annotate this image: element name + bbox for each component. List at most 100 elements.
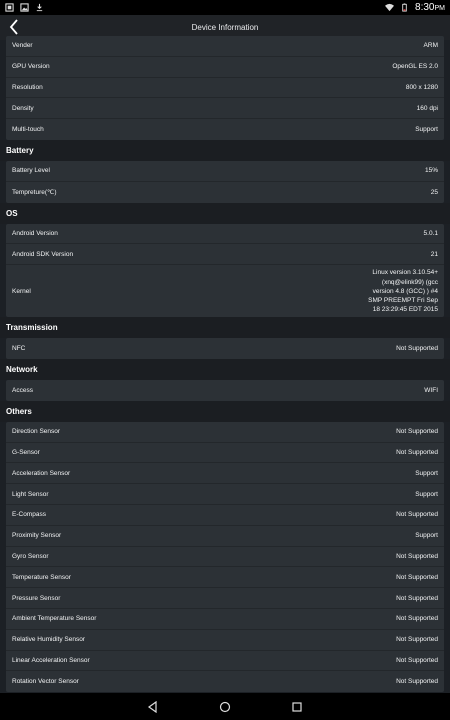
image-icon <box>20 3 29 12</box>
info-value: 5.0.1 <box>423 229 438 237</box>
section-header: Others <box>0 400 450 422</box>
info-label: Multi-touch <box>12 126 44 134</box>
info-label: Temperature Sensor <box>12 573 71 581</box>
info-label: Acceleration Sensor <box>12 469 71 477</box>
info-label: GPU Version <box>12 63 50 71</box>
info-row: Density 160 dpi <box>6 98 444 120</box>
info-row: Acceleration Sensor Support <box>6 463 444 485</box>
info-label: Access <box>12 386 33 394</box>
info-value: Not Supported <box>396 552 438 560</box>
info-value: Not Supported <box>396 511 438 519</box>
info-row: Temperature Sensor Not Supported <box>6 567 444 589</box>
download-icon <box>36 3 43 12</box>
battery-icon <box>402 3 407 12</box>
info-label: Linear Acceleration Sensor <box>12 656 90 664</box>
info-row: Light Sensor Support <box>6 484 444 505</box>
info-label: Resolution <box>12 83 43 91</box>
info-label: Battery Level <box>12 167 50 175</box>
info-label: Gyro Sensor <box>12 552 49 560</box>
wifi-icon <box>385 3 395 12</box>
info-row: Direction Sensor Not Supported <box>6 422 444 443</box>
info-value: ARM <box>423 42 438 50</box>
info-value: Support <box>415 469 438 477</box>
info-row: Pressure Sensor Not Supported <box>6 588 444 609</box>
info-row: Resolution 800 x 1280 <box>6 78 444 99</box>
info-label: Android Version <box>12 229 58 237</box>
info-row: Relative Humidity Sensor Not Supported <box>6 630 444 651</box>
info-card: Vender ARM GPU Version OpenGL ES 2.0 Resolut… <box>6 36 444 140</box>
info-value: OpenGL ES 2.0 <box>392 63 438 71</box>
info-label: Rotation Vector Sensor <box>12 678 79 686</box>
info-row: Kernel Linux version 3.10.54+ (xnq@elink9… <box>6 265 444 317</box>
info-value: Not Supported <box>396 345 438 353</box>
page-title: Device Information <box>191 23 259 32</box>
status-bar: 8:30PM <box>0 0 450 15</box>
info-card: Battery Level 15% Tempreture(℃) 25 <box>6 160 444 203</box>
section-header: Transmission <box>0 317 450 339</box>
info-label: Tempreture(℃) <box>12 189 57 197</box>
info-row: Access WIFI <box>6 380 444 401</box>
info-row: Tempreture(℃) 25 <box>6 182 444 203</box>
notification-icons <box>5 3 44 12</box>
info-label: Kernel <box>12 287 31 295</box>
info-row: Proximity Sensor Support <box>6 526 444 547</box>
nav-home-icon[interactable] <box>219 701 231 713</box>
info-row: Gyro Sensor Not Supported <box>6 547 444 568</box>
info-value: WIFI <box>424 386 438 394</box>
info-value: Not Supported <box>396 615 438 623</box>
info-card: Access WIFI <box>6 379 444 401</box>
info-value: 25 <box>430 188 438 196</box>
info-row: Linear Acceleration Sensor Not Supported <box>6 651 444 672</box>
info-value: Not Supported <box>396 594 438 602</box>
info-row: Multi-touch Support <box>6 119 444 140</box>
info-value: Support <box>415 532 438 540</box>
info-label: Android SDK Version <box>12 250 74 258</box>
info-row: Battery Level 15% <box>6 161 444 182</box>
info-row: Android SDK Version 21 <box>6 244 444 266</box>
info-card: Direction Sensor Not Supported G-Sensor Not… <box>6 421 444 693</box>
info-value: Not Supported <box>396 656 438 664</box>
info-label: NFC <box>12 345 26 353</box>
info-row: E-Compass Not Supported <box>6 505 444 526</box>
info-row: Rotation Vector Sensor Not Supported <box>6 671 444 692</box>
section-header: OS <box>0 202 450 224</box>
section-header: Network <box>0 358 450 380</box>
info-label: Direction Sensor <box>12 428 61 436</box>
info-label: Light Sensor <box>12 490 49 498</box>
info-row: GPU Version OpenGL ES 2.0 <box>6 57 444 78</box>
info-value: 800 x 1280 <box>405 83 438 91</box>
notification-icon <box>5 3 14 12</box>
info-label: E-Compass <box>12 511 46 519</box>
info-value: 15% <box>424 167 438 175</box>
info-label: Relative Humidity Sensor <box>12 636 85 644</box>
nav-back-icon[interactable] <box>147 700 159 713</box>
info-label: Density <box>12 104 34 112</box>
info-row: NFC Not Supported <box>6 338 444 359</box>
info-value: 21 <box>430 250 438 258</box>
back-arrow-icon[interactable] <box>6 18 24 36</box>
info-card: Android Version 5.0.1 Android SDK Version 2… <box>6 223 444 318</box>
info-value: Not Supported <box>396 428 438 436</box>
info-row: Vender ARM <box>6 36 444 57</box>
info-value: Not Supported <box>396 678 438 686</box>
info-value: Linux version 3.10.54+ (xnq@elink99) (gc… <box>368 269 438 313</box>
navigation-bar <box>0 693 450 720</box>
info-value: Support <box>415 126 438 134</box>
info-row: Android Version 5.0.1 <box>6 224 444 245</box>
nav-recents-icon[interactable] <box>291 701 303 713</box>
info-row: G-Sensor Not Supported <box>6 443 444 464</box>
info-card: NFC Not Supported <box>6 338 444 359</box>
info-value: Not Supported <box>396 636 438 644</box>
info-label: Ambient Temperature Sensor <box>12 615 97 623</box>
info-value: Not Supported <box>396 573 438 581</box>
info-value: Not Supported <box>396 448 438 456</box>
info-value: Support <box>415 490 438 498</box>
info-label: Pressure Sensor <box>12 594 61 602</box>
info-label: Proximity Sensor <box>12 532 62 540</box>
section-header: Battery <box>0 139 450 161</box>
status-time: 8:30PM <box>415 2 445 13</box>
info-label: Vender <box>12 42 33 50</box>
device-info-list[interactable]: Vender ARM GPU Version OpenGL ES 2.0 Resolut… <box>0 36 450 693</box>
info-label: G-Sensor <box>12 448 40 456</box>
info-row: Ambient Temperature Sensor Not Supported <box>6 609 444 630</box>
